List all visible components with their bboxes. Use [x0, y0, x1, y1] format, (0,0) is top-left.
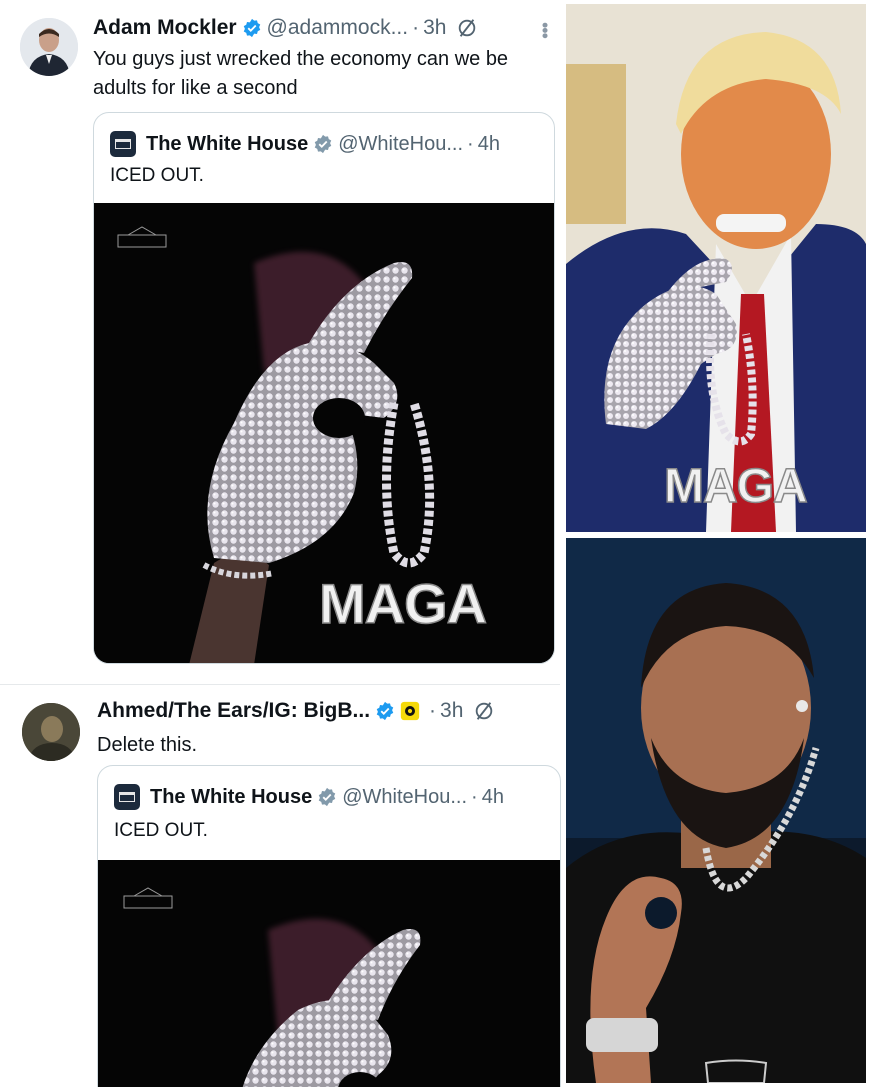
- timestamp[interactable]: 3h: [440, 699, 463, 723]
- tweet-text: Delete this.: [97, 731, 197, 760]
- quote-header: The White House @WhiteHou... · 4h: [110, 131, 500, 157]
- gray-government-badge-icon: [313, 134, 333, 154]
- tweet-text-line: adults for like a second: [93, 77, 298, 99]
- quoted-tweet[interactable]: The White House @WhiteHou... · 4h ICED O…: [97, 765, 561, 1087]
- affiliate-emoji-icon: [400, 701, 420, 721]
- quote-text: ICED OUT.: [110, 165, 204, 186]
- tweet-text-line: Delete this.: [97, 734, 198, 756]
- quote-author-name[interactable]: The White House: [150, 786, 312, 809]
- quote-timestamp[interactable]: 4h: [478, 133, 500, 156]
- quote-media-image[interactable]: MAGA: [94, 203, 554, 663]
- grok-icon[interactable]: [473, 700, 495, 722]
- white-house-avatar: [110, 131, 136, 157]
- tweet-1[interactable]: Adam Mockler @adammock... · 3h ••• You g…: [0, 0, 560, 680]
- tweet-header: Adam Mockler @adammock... · 3h: [93, 16, 478, 40]
- tweet-text: You guys just wrecked the economy can we…: [93, 45, 508, 103]
- trump-photo: MAGA: [566, 4, 866, 532]
- tweet-2[interactable]: Ahmed/The Ears/IG: BigB... · 3h Delete t…: [0, 684, 561, 1087]
- quote-author-handle[interactable]: @WhiteHou...: [342, 786, 467, 809]
- tweet-header: Ahmed/The Ears/IG: BigB... · 3h: [97, 699, 495, 723]
- avatar[interactable]: [20, 18, 78, 76]
- grok-icon[interactable]: [456, 17, 478, 39]
- tweet-text-line: You guys just wrecked the economy can we…: [93, 48, 509, 70]
- quote-media-image[interactable]: [98, 860, 560, 1087]
- verified-badge-icon: [242, 18, 262, 38]
- separator: ·: [429, 699, 437, 722]
- drake-photo: [566, 538, 866, 1083]
- quoted-tweet[interactable]: The White House @WhiteHou... · 4h ICED O…: [93, 112, 555, 664]
- quote-header: The White House @WhiteHou... · 4h: [114, 784, 504, 810]
- quote-author-name[interactable]: The White House: [146, 133, 308, 156]
- avatar[interactable]: [22, 703, 80, 761]
- maga-pendant-text: MAGA: [319, 572, 486, 635]
- separator: ·: [467, 132, 474, 155]
- author-name[interactable]: Ahmed/The Ears/IG: BigB...: [97, 699, 370, 723]
- separator: ·: [412, 16, 420, 39]
- quote-timestamp[interactable]: 4h: [482, 786, 504, 809]
- more-options-icon[interactable]: •••: [534, 22, 555, 38]
- separator: ·: [471, 785, 478, 808]
- gray-government-badge-icon: [317, 787, 337, 807]
- white-house-avatar: [114, 784, 140, 810]
- author-handle[interactable]: @adammock...: [267, 16, 409, 40]
- maga-chain-text: MAGA: [664, 460, 807, 513]
- author-name[interactable]: Adam Mockler: [93, 16, 237, 40]
- timestamp[interactable]: 3h: [423, 16, 446, 40]
- quote-author-handle[interactable]: @WhiteHou...: [338, 133, 463, 156]
- verified-badge-icon: [375, 701, 395, 721]
- quote-text: ICED OUT.: [114, 820, 208, 841]
